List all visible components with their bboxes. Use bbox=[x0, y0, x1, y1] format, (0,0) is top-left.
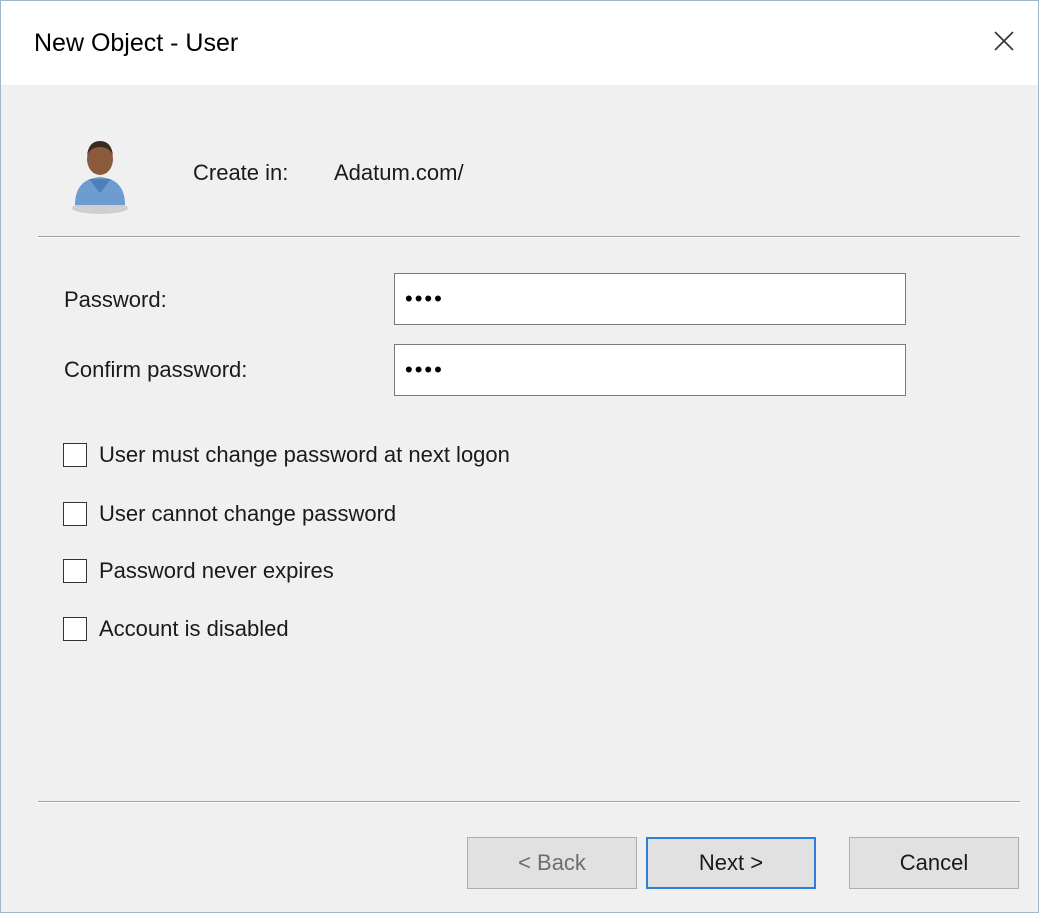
checkbox[interactable] bbox=[63, 617, 87, 641]
confirm-password-field[interactable]: •••• bbox=[394, 344, 906, 396]
create-in-value: Adatum.com/ bbox=[334, 160, 464, 185]
checkbox[interactable] bbox=[63, 443, 87, 467]
option-password-never-expires[interactable]: Password never expires bbox=[63, 557, 334, 585]
close-icon bbox=[994, 31, 1014, 51]
create-in-label: Create in: bbox=[193, 160, 289, 185]
option-cannot-change-password[interactable]: User cannot change password bbox=[63, 500, 396, 528]
option-label: Password never expires bbox=[99, 558, 334, 583]
dialog-title: New Object - User bbox=[34, 29, 239, 57]
checkbox[interactable] bbox=[63, 559, 87, 583]
option-label: User cannot change password bbox=[99, 501, 397, 526]
back-button[interactable]: < Back bbox=[467, 837, 637, 889]
title-bar: New Object - User bbox=[1, 1, 1038, 85]
dialog-body: Create in: Adatum.com/ Password: •••• Co… bbox=[1, 85, 1038, 912]
option-label: Account is disabled bbox=[99, 616, 289, 641]
bottom-separator bbox=[38, 801, 1020, 803]
password-label: Password: bbox=[64, 287, 167, 312]
cancel-button[interactable]: Cancel bbox=[849, 837, 1019, 889]
option-account-disabled[interactable]: Account is disabled bbox=[63, 615, 289, 643]
dialog-window: New Object - User Create in: Adatum.com/… bbox=[0, 0, 1039, 913]
option-must-change-password[interactable]: User must change password at next logon bbox=[63, 441, 510, 469]
user-icon bbox=[72, 141, 128, 214]
password-field[interactable]: •••• bbox=[394, 273, 906, 325]
top-separator bbox=[38, 236, 1020, 238]
next-button[interactable]: Next > bbox=[646, 837, 816, 889]
confirm-password-label: Confirm password: bbox=[64, 357, 248, 382]
checkbox[interactable] bbox=[63, 502, 87, 526]
option-label: User must change password at next logon bbox=[99, 442, 510, 467]
close-button[interactable] bbox=[982, 19, 1026, 63]
